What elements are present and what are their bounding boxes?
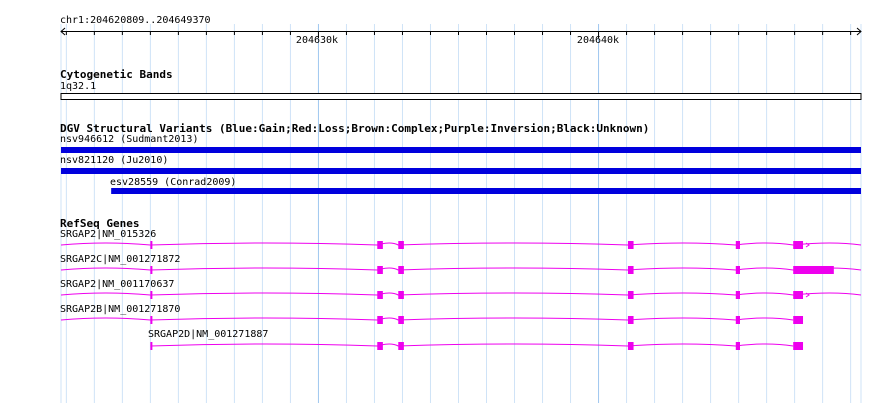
gene-exon (627, 342, 634, 350)
gene-exon (735, 342, 740, 350)
gene-intron-line (60, 317, 794, 321)
gene-exon (398, 316, 404, 324)
dgv-feature-bar (61, 147, 861, 153)
gene-intron-line (60, 267, 862, 271)
gene-exon (150, 241, 153, 249)
dgv-feature-label[interactable]: nsv946612 (Sudmant2013) (60, 134, 198, 146)
gene-exon (735, 316, 740, 324)
gene-exon (398, 291, 404, 299)
genome-browser: chr1:204620809..204649370 204630k 204640… (0, 0, 890, 403)
gene-exon (398, 241, 404, 249)
gene-exon (793, 342, 804, 350)
gene-exon (150, 316, 153, 324)
gene-exon (150, 291, 153, 299)
gene-exon (793, 241, 804, 249)
gene-label[interactable]: SRGAP2D|NM_001271887 (148, 329, 268, 341)
gene-exon (398, 342, 404, 350)
gene-label[interactable]: SRGAP2|NM_001170637 (60, 279, 174, 291)
gene-exon (377, 291, 383, 299)
track-title-cytoband[interactable]: Cytogenetic Bands (60, 68, 173, 81)
gene-exon (793, 291, 804, 299)
gene-intron-line (150, 343, 794, 347)
gene-exon (735, 241, 740, 249)
gene-label[interactable]: SRGAP2C|NM_001271872 (60, 254, 180, 266)
gene-label[interactable]: SRGAP2|NM_015326 (60, 229, 156, 241)
ruler-location: chr1:204620809..204649370 (60, 15, 211, 26)
gene-exon (398, 266, 404, 274)
gene-exon (377, 316, 383, 324)
gene-label[interactable]: SRGAP2B|NM_001271870 (60, 304, 180, 316)
gene-exon (797, 266, 834, 274)
ruler-tick-label: 204640k (576, 35, 620, 46)
gene-exon (150, 266, 153, 274)
gene-exon (627, 316, 634, 324)
gene-exon (627, 266, 634, 274)
dgv-feature-label[interactable]: esv28559 (Conrad2009) (110, 177, 236, 189)
gene-exon (627, 291, 634, 299)
gene-exon (793, 316, 804, 324)
cytoband-bar (60, 93, 862, 100)
gene-exon (735, 291, 740, 299)
ruler-tick-label: 204630k (295, 35, 339, 46)
dgv-feature-bar (61, 168, 861, 174)
gene-exon (627, 241, 634, 249)
gene-exon (377, 342, 383, 350)
gene-exon (377, 241, 383, 249)
gene-intron-line (60, 242, 862, 246)
cytoband-label[interactable]: 1q32.1 (60, 81, 96, 93)
gene-exon (377, 266, 383, 274)
dgv-feature-label[interactable]: nsv821120 (Ju2010) (60, 155, 168, 167)
gene-intron-line (60, 292, 862, 296)
gene-exon (150, 342, 153, 350)
track-canvas (60, 24, 862, 403)
gene-exon (735, 266, 740, 274)
